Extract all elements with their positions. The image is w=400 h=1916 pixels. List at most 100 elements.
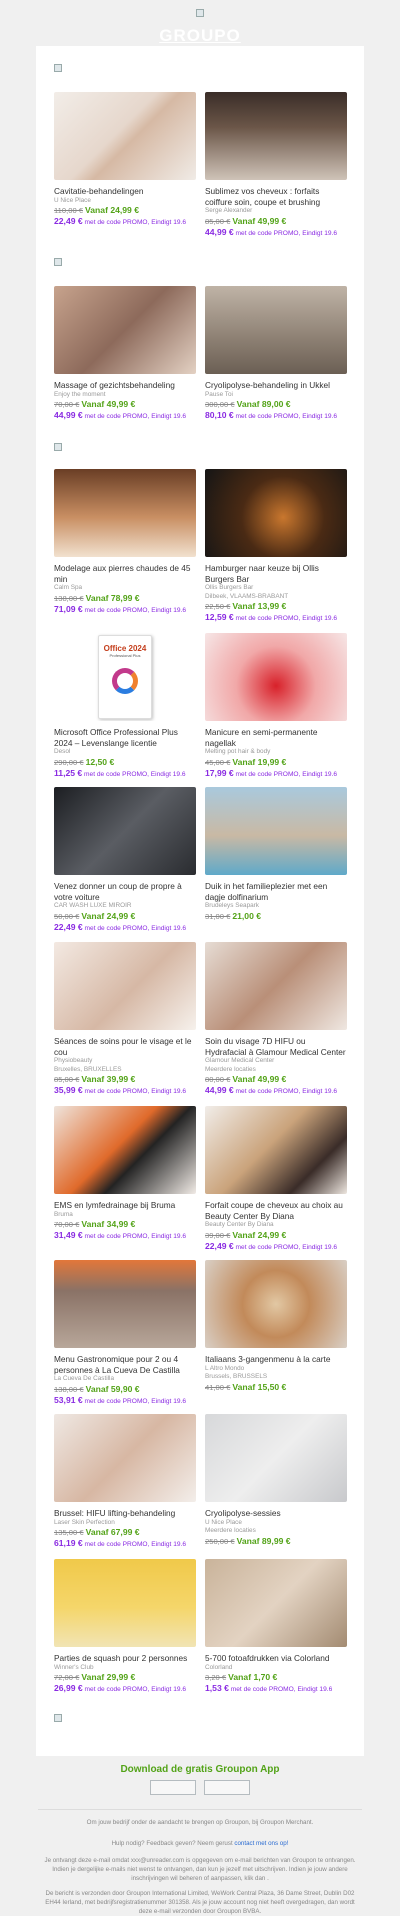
deal-merchant: Physiobeauty xyxy=(54,1057,93,1064)
deal-image[interactable] xyxy=(54,1106,196,1194)
deal-card[interactable]: Sublimez vos cheveux : forfaits coiffure… xyxy=(205,92,347,239)
google-play-badge[interactable] xyxy=(204,1780,251,1795)
deal-old-price: 50,00 € xyxy=(54,911,80,921)
deal-image[interactable] xyxy=(54,286,196,374)
deal-title[interactable]: Venez donner un coup de propre à votre v… xyxy=(54,881,196,902)
deal-title[interactable]: EMS en lymfedrainage bij Bruma xyxy=(54,1200,196,1211)
deal-card[interactable]: Brussel: HIFU lifting-behandeling Laser S… xyxy=(54,1414,196,1550)
deal-image[interactable] xyxy=(54,1559,196,1647)
deal-title[interactable]: Menu Gastronomique pour 2 ou 4 personnes… xyxy=(54,1354,196,1375)
deal-prices: 39,00 € Vanaf 24,99 € xyxy=(205,1230,347,1241)
deal-price: Vanaf 59,90 € xyxy=(85,1383,140,1394)
deal-card[interactable]: Duik in het familieplezier met een dagje… xyxy=(205,787,347,922)
deal-promo-text: met de code PROMO, Eindigt 19.6 xyxy=(235,1088,338,1095)
deal-image[interactable] xyxy=(205,469,347,557)
deal-title[interactable]: Cryolipolyse-behandeling in Ukkel xyxy=(205,380,347,391)
deal-image[interactable] xyxy=(205,633,347,721)
app-store-badge[interactable] xyxy=(149,1780,196,1795)
deal-card[interactable]: Parties de squash pour 2 personnes Winner… xyxy=(54,1559,196,1695)
deal-promo-price: 22,49 € xyxy=(54,921,83,932)
deal-old-price: 31,00 € xyxy=(205,911,231,921)
deal-image[interactable] xyxy=(205,286,347,374)
deal-price: 21,00 € xyxy=(232,910,262,921)
deal-old-price: 300,00 € xyxy=(205,400,235,409)
deal-title[interactable]: Brussel: HIFU lifting-behandeling xyxy=(54,1508,196,1519)
deal-card[interactable]: Soin du visage 7D HIFU ou Hydrafacial à … xyxy=(205,942,347,1097)
deal-title[interactable]: 5-700 fotoafdrukken via Colorland xyxy=(205,1653,347,1664)
deal-image[interactable]: Office 2024 Professional Plus xyxy=(54,633,196,721)
deal-promo-price: 35,99 € xyxy=(54,1085,83,1095)
deal-image[interactable] xyxy=(205,942,347,1030)
deal-promo-line: 44,99 € met de code PROMO, Eindigt 19.6 xyxy=(54,410,196,422)
deal-card[interactable]: Forfait coupe de cheveux au choix au Bea… xyxy=(205,1106,347,1253)
section-banner-image-4[interactable] xyxy=(54,1714,62,1722)
office-box-subtitle: Professional Plus xyxy=(109,653,141,658)
deal-image[interactable] xyxy=(54,1260,196,1348)
deal-title[interactable]: Duik in het familieplezier met een dagje… xyxy=(205,881,347,902)
deal-old-price: 138,00 € xyxy=(54,593,84,603)
deal-promo-line: 22,49 € met de code PROMO, Eindigt 19.6 xyxy=(54,216,196,228)
deal-image[interactable] xyxy=(205,1559,347,1647)
deal-price: Vanaf 89,00 € xyxy=(236,399,291,409)
deal-title[interactable]: Hamburger naar keuze bij Ollis Burgers B… xyxy=(205,563,347,584)
deal-card[interactable]: Massage of gezichtsbehandeling Enjoy the … xyxy=(54,286,196,422)
deal-card[interactable]: Cavitatie-behandelingen U Nice Place 110,0… xyxy=(54,92,196,228)
deal-title[interactable]: Soin du visage 7D HIFU ou Hydrafacial à … xyxy=(205,1036,347,1057)
app-download-title[interactable]: Download de gratis Groupon App xyxy=(0,1764,400,1775)
deal-title[interactable]: Sublimez vos cheveux : forfaits coiffure… xyxy=(205,186,347,207)
deal-merchant: U Nice Place xyxy=(205,1518,242,1526)
deal-image[interactable] xyxy=(205,1106,347,1194)
deal-promo-price: 1,53 € xyxy=(205,1683,229,1693)
deal-prices: 3,20 € Vanaf 1,70 € xyxy=(205,1672,347,1683)
deal-price: Vanaf 1,70 € xyxy=(228,1672,278,1682)
deal-title[interactable]: Forfait coupe de cheveux au choix au Bea… xyxy=(205,1200,347,1221)
deal-card[interactable]: EMS en lymfedrainage bij Bruma Bruma 70,00… xyxy=(54,1106,196,1242)
deal-card[interactable]: Cryolipolyse-behandeling in Ukkel Pause T… xyxy=(205,286,347,422)
deal-prices: 290,00 €12,50 € xyxy=(54,757,196,768)
deal-title[interactable]: Italiaans 3-gangenmenu à la carte xyxy=(205,1354,347,1365)
contact-link[interactable]: contact met ons op! xyxy=(234,1840,288,1847)
deal-card[interactable]: Cryolipolyse-sessies U Nice Place Meerdere… xyxy=(205,1414,347,1547)
deal-title[interactable]: Modelage aux pierres chaudes de 45 min xyxy=(54,563,196,584)
deal-card[interactable]: Hamburger naar keuze bij Ollis Burgers B… xyxy=(205,469,347,624)
deal-card[interactable]: 5-700 fotoafdrukken via Colorland Colorla… xyxy=(205,1559,347,1695)
section-banner-image-1[interactable] xyxy=(54,64,62,72)
deal-image[interactable] xyxy=(54,92,196,180)
logo-image[interactable] xyxy=(196,9,204,17)
deal-image[interactable] xyxy=(54,469,196,557)
deal-card[interactable]: Manicure en semi-permanente nagellak Melt… xyxy=(205,633,347,780)
deal-image[interactable] xyxy=(205,1260,347,1348)
groupon-logo-text[interactable]: GROUPO xyxy=(0,26,400,46)
deal-card[interactable]: Office 2024 Professional Plus Microsoft Of… xyxy=(54,633,196,780)
deal-promo-line: 44,99 € met de code PROMO, Eindigt 19.6 xyxy=(205,227,347,239)
deal-image[interactable] xyxy=(205,787,347,875)
section-banner-image-2[interactable] xyxy=(54,258,62,266)
deal-title[interactable]: Parties de squash pour 2 personnes xyxy=(54,1653,196,1664)
deal-merchant: Ollis Burgers Bar xyxy=(205,584,254,591)
deal-promo-price: 61,19 € xyxy=(54,1538,83,1548)
deal-image[interactable] xyxy=(54,787,196,875)
deal-card[interactable]: Italiaans 3-gangenmenu à la carte L Altro… xyxy=(205,1260,347,1393)
deal-title[interactable]: Manicure en semi-permanente nagellak xyxy=(205,727,347,748)
deal-image[interactable] xyxy=(205,1414,347,1502)
deal-card[interactable]: Venez donner un coup de propre à votre v… xyxy=(54,787,196,934)
deal-old-price: 250,00 € xyxy=(205,1536,235,1546)
deal-title[interactable]: Cavitatie-behandelingen xyxy=(54,186,196,197)
deal-card[interactable]: Modelage aux pierres chaudes de 45 min Ca… xyxy=(54,469,196,616)
deal-promo-text: met de code PROMO, Eindigt 19.6 xyxy=(84,1397,187,1405)
deal-image[interactable] xyxy=(54,1414,196,1502)
deal-card[interactable]: Menu Gastronomique pour 2 ou 4 personnes… xyxy=(54,1260,196,1407)
deal-promo-text: met de code PROMO, Eindigt 19.6 xyxy=(84,770,186,778)
deal-prices: 110,00 € Vanaf 24,99 € xyxy=(54,205,196,216)
deal-image[interactable] xyxy=(54,942,196,1030)
help-line: Hulp nodig? Feedback geven? Neem gerust … xyxy=(0,1839,400,1848)
deal-promo-line: 11,25 € met de code PROMO, Eindigt 19.6 xyxy=(54,768,196,780)
deal-promo-line: 61,19 € met de code PROMO, Eindigt 19.6 xyxy=(54,1538,196,1550)
deal-title[interactable]: Microsoft Office Professional Plus 2024 … xyxy=(54,727,196,748)
deal-image[interactable] xyxy=(205,92,347,180)
deal-card[interactable]: Séances de soins pour le visage et le co… xyxy=(54,942,196,1097)
deal-title[interactable]: Cryolipolyse-sessies xyxy=(205,1508,347,1519)
section-banner-image-3[interactable] xyxy=(54,443,62,451)
deal-title[interactable]: Séances de soins pour le visage et le co… xyxy=(54,1036,196,1057)
deal-title[interactable]: Massage of gezichtsbehandeling xyxy=(54,380,196,391)
